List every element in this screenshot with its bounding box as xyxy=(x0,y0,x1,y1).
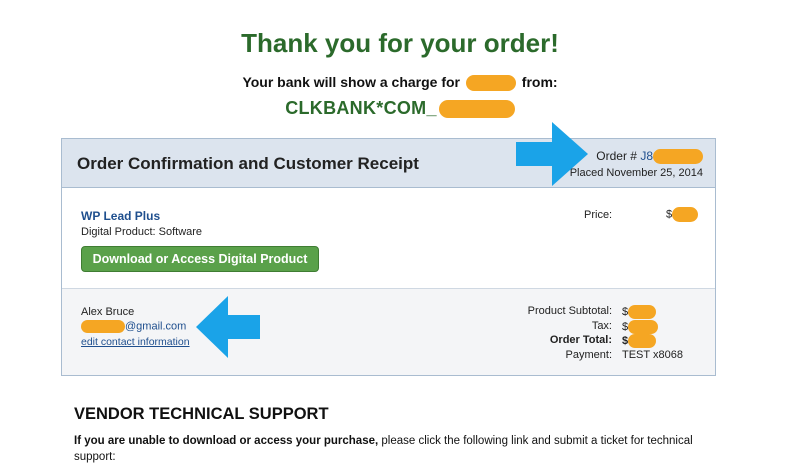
order-number-link[interactable]: J8 xyxy=(640,149,653,163)
order-label: Order # xyxy=(596,149,637,163)
arrow-left-icon xyxy=(196,296,260,358)
order-total-value: $ xyxy=(622,334,657,348)
redaction-mark xyxy=(628,319,659,334)
redaction-mark xyxy=(628,334,657,348)
customer-email: @gmail.com xyxy=(81,320,186,333)
customer-name: Alex Bruce xyxy=(81,306,135,318)
payment-label: Payment: xyxy=(565,348,612,361)
product-section: WP Lead Plus Digital Product: Software D… xyxy=(62,188,715,289)
tax-label: Tax: xyxy=(591,319,612,332)
order-date: Placed November 25, 2014 xyxy=(569,167,703,179)
subtotal-label: Product Subtotal: xyxy=(527,305,612,317)
totals-row-tax: Tax: $ xyxy=(447,319,707,335)
receipt-title: Order Confirmation and Customer Receipt xyxy=(77,154,419,173)
product-name: WP Lead Plus xyxy=(81,209,161,223)
price-value: $ xyxy=(666,207,699,222)
totals-table: Product Subtotal: $ Tax: $ Order Total: … xyxy=(447,305,707,363)
bank-charge-notice: Your bank will show a charge for from: xyxy=(0,74,800,92)
edit-contact-link[interactable]: edit contact information xyxy=(81,336,190,348)
vendor-support-text: If you are unable to download or access … xyxy=(74,433,714,465)
download-product-button[interactable]: Download or Access Digital Product xyxy=(81,246,319,272)
redaction-mark xyxy=(81,320,125,333)
redaction-mark xyxy=(653,149,703,165)
receipt-header: Order Confirmation and Customer Receipt … xyxy=(62,139,715,188)
bank-charge-suffix: from: xyxy=(521,74,558,90)
subtotal-value: $ xyxy=(622,305,657,319)
bank-charge-text: Your bank will show a charge for xyxy=(242,74,460,90)
page-title: Thank you for your order! xyxy=(241,28,559,58)
arrow-right-icon xyxy=(516,122,588,186)
order-total-label: Order Total: xyxy=(549,334,612,346)
price-label: Price: xyxy=(584,209,613,221)
customer-section: Alex Bruce @gmail.com edit contact infor… xyxy=(62,289,715,375)
totals-row-order-total: Order Total: $ xyxy=(447,334,707,349)
descriptor-text: CLKBANK*COM_ xyxy=(285,98,437,118)
order-number: Order # J8 xyxy=(596,149,703,165)
product-type: Digital Product: Software xyxy=(81,226,203,238)
email-suffix: @gmail.com xyxy=(125,320,187,333)
receipt-panel: Order Confirmation and Customer Receipt … xyxy=(61,138,716,376)
vendor-support-title: VENDOR TECHNICAL SUPPORT xyxy=(74,405,329,423)
payment-value: TEST x8068 xyxy=(622,348,683,361)
redaction-mark xyxy=(672,207,699,222)
totals-row-subtotal: Product Subtotal: $ xyxy=(447,305,707,320)
totals-row-payment: Payment: TEST x8068 xyxy=(447,349,707,364)
tax-value: $ xyxy=(622,319,659,334)
vendor-support-text-bold: If you are unable to download or access … xyxy=(74,435,379,447)
redaction-mark xyxy=(438,100,515,119)
billing-descriptor: CLKBANK*COM_ xyxy=(0,98,800,119)
redaction-mark xyxy=(628,305,657,319)
redaction-mark xyxy=(465,75,516,92)
